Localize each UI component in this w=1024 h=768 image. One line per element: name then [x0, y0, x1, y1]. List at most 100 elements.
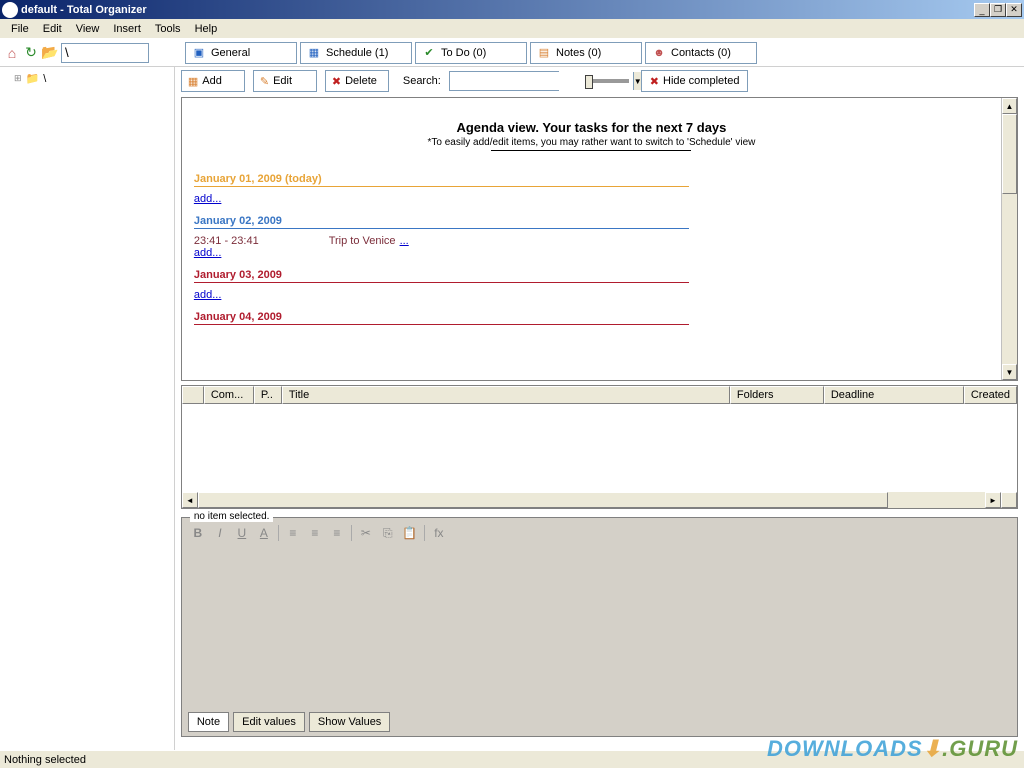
folder-open-icon[interactable]: 📂 [42, 45, 58, 61]
path-input[interactable] [61, 43, 149, 63]
scroll-right-icon[interactable]: ► [985, 492, 1001, 508]
delete-icon: ✖ [332, 75, 341, 88]
hide-completed-button[interactable]: ✖Hide completed [641, 70, 749, 92]
day-header: January 01, 2009 (today) [194, 173, 689, 187]
menu-tools[interactable]: Tools [148, 21, 188, 37]
paste-icon[interactable]: 📋 [402, 525, 418, 541]
menu-edit[interactable]: Edit [36, 21, 69, 37]
add-link[interactable]: add... [194, 289, 222, 301]
align-right-icon[interactable]: ≡ [329, 525, 345, 541]
col-icon[interactable] [182, 386, 204, 404]
event-row[interactable]: 23:41 - 23:41 Trip to Venice... [194, 235, 989, 247]
tree-root[interactable]: ⊞ 📁 \ [4, 71, 170, 86]
status-text: Nothing selected [4, 754, 86, 766]
tab-todo[interactable]: ✔ To Do (0) [415, 42, 527, 64]
scroll-thumb[interactable] [198, 492, 888, 508]
tab-notes[interactable]: ▤ Notes (0) [530, 42, 642, 64]
menubar: File Edit View Insert Tools Help [0, 19, 1024, 39]
menu-view[interactable]: View [69, 21, 107, 37]
scroll-left-icon[interactable]: ◄ [182, 492, 198, 508]
menu-file[interactable]: File [4, 21, 36, 37]
search-label: Search: [403, 75, 441, 87]
tab-general[interactable]: ▣ General [185, 42, 297, 64]
event-time: 23:41 - 23:41 [194, 235, 259, 247]
underline-icon[interactable]: U [234, 525, 250, 541]
align-center-icon[interactable]: ≡ [307, 525, 323, 541]
app-icon [2, 2, 18, 18]
align-left-icon[interactable]: ≡ [285, 525, 301, 541]
task-table: Com... P.. Title Folders Deadline Create… [181, 385, 1018, 509]
tab-label: Notes (0) [556, 47, 601, 59]
close-button[interactable]: ✕ [1006, 3, 1022, 17]
note-icon: ▤ [537, 46, 551, 60]
delete-button[interactable]: ✖Delete [325, 70, 389, 92]
font-color-icon[interactable]: A [256, 525, 272, 541]
titlebar: default - Total Organizer _ ❐ ✕ [0, 0, 1024, 19]
tab-label: Schedule (1) [326, 47, 388, 59]
scroll-thumb[interactable] [1002, 114, 1017, 194]
table-body [182, 404, 1017, 492]
tab-label: General [211, 47, 250, 59]
note-tab-note[interactable]: Note [188, 712, 229, 732]
add-button[interactable]: ▦Add [181, 70, 245, 92]
minimize-button[interactable]: _ [974, 3, 990, 17]
scroll-down-icon[interactable]: ▼ [1002, 364, 1017, 380]
separator [278, 525, 279, 541]
pencil-icon: ✎ [260, 75, 269, 88]
check-icon: ✔ [422, 46, 436, 60]
menu-help[interactable]: Help [188, 21, 225, 37]
tab-schedule[interactable]: ▦ Schedule (1) [300, 42, 412, 64]
tab-label: Contacts (0) [671, 47, 731, 59]
separator [351, 525, 352, 541]
day-header: January 03, 2009 [194, 269, 689, 283]
action-toolbar: ▦Add ✎Edit ✖Delete Search: ▼ ✖Hide compl… [175, 67, 1024, 95]
note-tab-show-values[interactable]: Show Values [309, 712, 390, 732]
day-header: January 02, 2009 [194, 215, 689, 229]
calendar-icon: ▦ [307, 46, 321, 60]
separator [424, 525, 425, 541]
scroll-up-icon[interactable]: ▲ [1002, 98, 1017, 114]
vertical-scrollbar[interactable]: ▲ ▼ [1001, 98, 1017, 380]
watermark: DOWNLOADS⬇.GURU [767, 736, 1018, 762]
main-toolbar: ⌂ ↻ 📂 ▣General ▦Schedule (1) ✔To Do (0) … [0, 39, 1024, 67]
col-complete[interactable]: Com... [204, 386, 254, 404]
menu-insert[interactable]: Insert [106, 21, 148, 37]
col-deadline[interactable]: Deadline [824, 386, 964, 404]
zoom-slider[interactable] [585, 79, 629, 83]
horizontal-scrollbar[interactable]: ◄ ► [182, 492, 1017, 508]
col-folders[interactable]: Folders [730, 386, 824, 404]
tab-label: To Do (0) [441, 47, 486, 59]
home-icon[interactable]: ⌂ [4, 45, 20, 61]
cut-icon[interactable]: ✂ [358, 525, 374, 541]
table-header: Com... P.. Title Folders Deadline Create… [182, 386, 1017, 404]
maximize-button[interactable]: ❐ [990, 3, 1006, 17]
event-more-link[interactable]: ... [400, 235, 409, 247]
copy-icon[interactable]: ⎘ [380, 525, 396, 541]
tree-root-label: \ [43, 73, 46, 85]
plus-icon: ▦ [188, 75, 198, 88]
add-link[interactable]: add... [194, 193, 222, 205]
person-icon: ☻ [652, 46, 666, 60]
note-tab-edit-values[interactable]: Edit values [233, 712, 305, 732]
folder-icon: 📁 [26, 72, 40, 85]
refresh-icon[interactable]: ↻ [23, 45, 39, 61]
divider [491, 150, 691, 151]
edit-button[interactable]: ✎Edit [253, 70, 317, 92]
col-priority[interactable]: P.. [254, 386, 282, 404]
note-legend: no item selected. [190, 511, 274, 522]
search-combo[interactable]: ▼ [449, 71, 559, 91]
col-created[interactable]: Created [964, 386, 1017, 404]
italic-icon[interactable]: I [212, 525, 228, 541]
arrow-icon: ⬇ [923, 736, 942, 761]
formula-icon[interactable]: fx [431, 525, 447, 541]
general-icon: ▣ [192, 46, 206, 60]
add-link[interactable]: add... [194, 247, 222, 259]
col-title[interactable]: Title [282, 386, 730, 404]
scroll-corner [1001, 492, 1017, 508]
note-toolbar: B I U A ≡ ≡ ≡ ✂ ⎘ 📋 fx [182, 518, 1017, 542]
hide-icon: ✖ [650, 75, 659, 88]
tree-expand-icon: ⊞ [14, 73, 22, 84]
bold-icon[interactable]: B [190, 525, 206, 541]
tab-contacts[interactable]: ☻ Contacts (0) [645, 42, 757, 64]
event-title: Trip to Venice [329, 235, 396, 247]
